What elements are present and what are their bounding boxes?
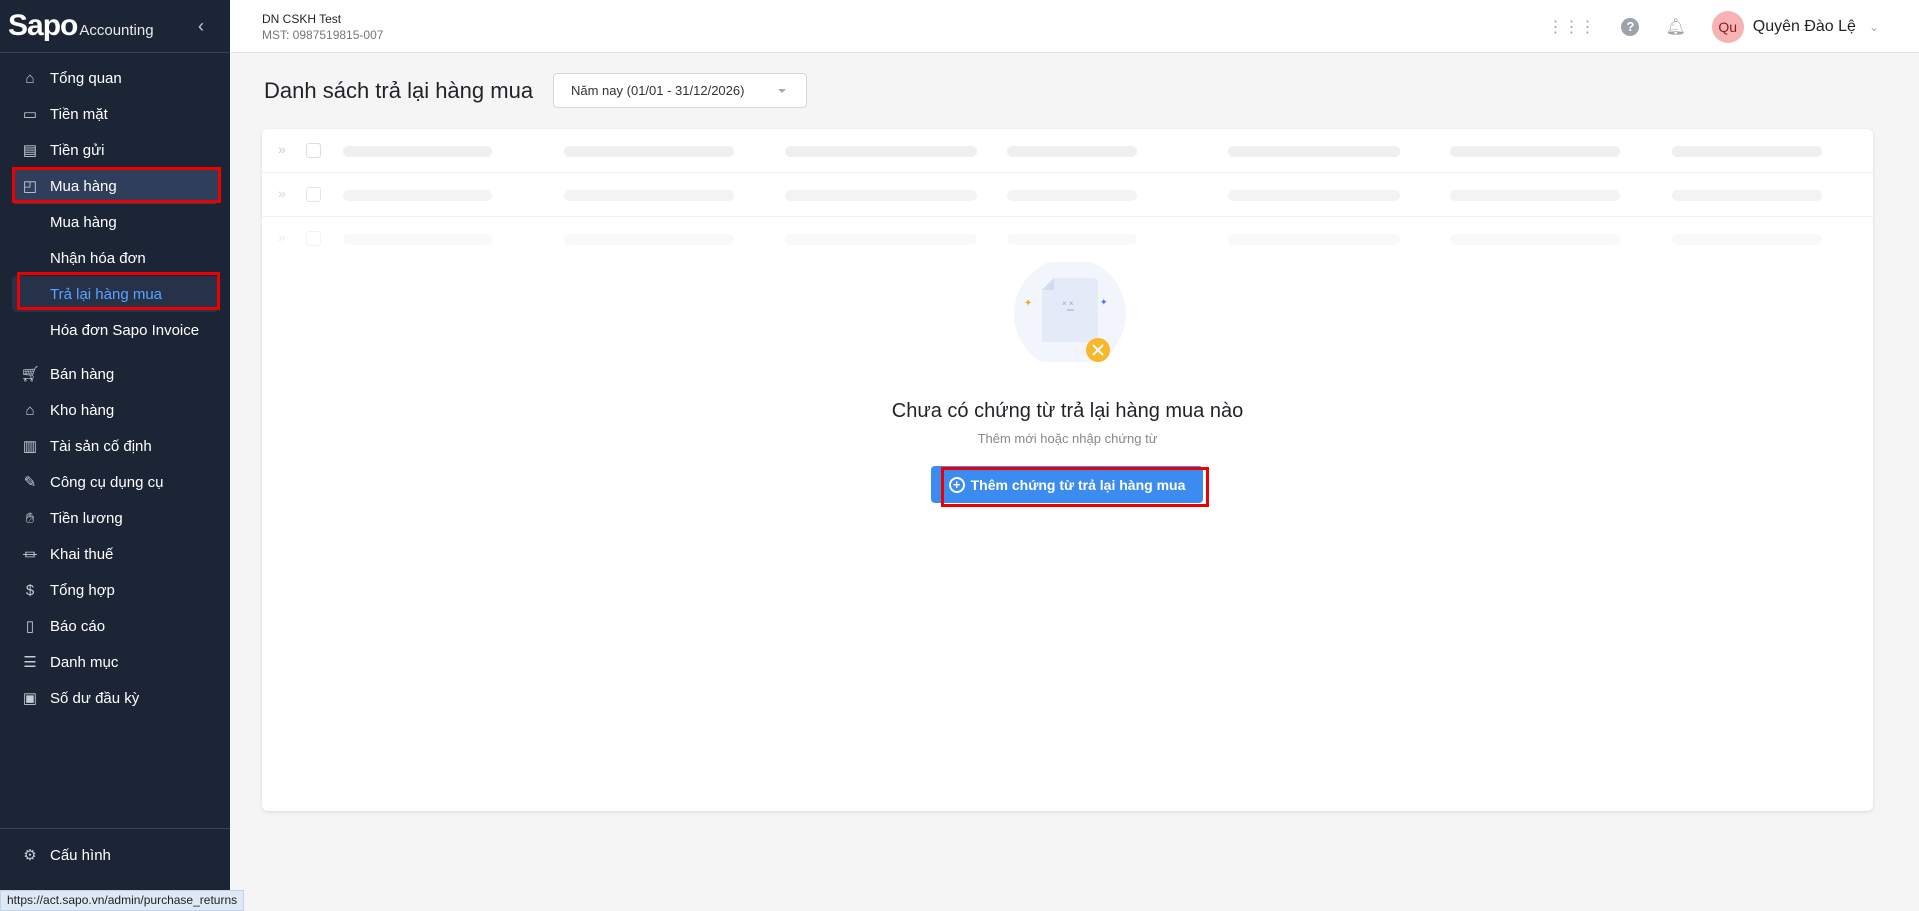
label: Tiền mặt: [50, 105, 108, 123]
warehouse-icon: ⌂: [25, 401, 35, 419]
list-icon: ☰: [23, 654, 37, 671]
help-icon[interactable]: ?: [1621, 17, 1640, 36]
label: Mua hàng: [50, 177, 117, 195]
tool-icon: ✎: [23, 474, 37, 491]
org-tax-code: MST: 0987519815-007: [262, 28, 384, 42]
sidebar-item-fixed-assets[interactable]: ▥ Tài sản cố định: [0, 428, 230, 464]
label: Nhận hóa đơn: [50, 249, 146, 267]
sidebar-subitem-purchase-returns[interactable]: Trả lại hàng mua: [12, 276, 218, 312]
apps-grid-icon[interactable]: ⋮⋮⋮: [1547, 17, 1595, 37]
label: Cấu hình: [50, 846, 111, 864]
card-icon: ▤: [22, 142, 38, 159]
skeleton-row: »: [262, 173, 1873, 217]
sidebar-nav: ⌂ Tổng quan ▭ Tiền mặt ▤ Tiền gửi ◰ Mua hàng…: [0, 60, 230, 716]
building-icon: ▥: [22, 438, 38, 455]
period-select[interactable]: Năm nay (01/01 - 31/12/2026): [553, 73, 807, 108]
label: Tổng hợp: [50, 581, 115, 599]
checkbox[interactable]: [306, 231, 321, 246]
sidebar-subitem-purchase[interactable]: Mua hàng: [0, 204, 230, 240]
add-purchase-return-button[interactable]: + Thêm chứng từ trả lại hàng mua: [931, 466, 1203, 503]
salary-icon: ✋︎: [25, 509, 35, 527]
page-title: Danh sách trả lại hàng mua: [264, 78, 534, 103]
label: Khai thuế: [50, 545, 114, 563]
empty-state-subtitle: Thêm mới hoặc nhập chứng từ: [977, 431, 1158, 446]
checkbox[interactable]: [306, 187, 321, 202]
add-button-label: Thêm chứng từ trả lại hàng mua: [970, 476, 1186, 493]
bag-icon: ◰: [22, 178, 38, 195]
sidebar-item-reports[interactable]: ▯ Báo cáo: [0, 608, 230, 644]
bank-icon: ⏛: [22, 546, 38, 564]
bell-icon[interactable]: 🔔︎: [1665, 17, 1685, 37]
label: Tiền gửi: [50, 141, 105, 159]
caret-down-icon: [778, 89, 786, 97]
sidebar-item-sales[interactable]: 🛒︎ Bán hàng: [0, 356, 230, 392]
svg-text:✦: ✦: [1100, 297, 1108, 307]
label: Tổng quan: [50, 69, 122, 87]
empty-state-title: Chưa có chứng từ trả lại hàng mua nào: [891, 400, 1244, 422]
wallet-icon: ▣: [22, 690, 38, 707]
organization-info[interactable]: DN CSKH Test MST: 0987519815-007: [262, 11, 383, 43]
label: Báo cáo: [50, 617, 106, 635]
report-icon: ▯: [25, 618, 35, 635]
sidebar-item-salary[interactable]: ✋︎ Tiền lương: [0, 500, 230, 536]
expand-icon: »: [278, 185, 286, 201]
sidebar-item-summary[interactable]: $ Tổng hợp: [0, 572, 230, 608]
sidebar-item-cash[interactable]: ▭ Tiền mặt: [0, 96, 230, 132]
label: Danh mục: [50, 653, 119, 671]
sidebar-item-deposit[interactable]: ▤ Tiền gửi: [0, 132, 230, 168]
logo-main: Sapo: [8, 9, 78, 42]
sidebar-item-tools[interactable]: ✎ Công cụ dụng cụ: [0, 464, 230, 500]
org-name: DN CSKH Test: [262, 12, 342, 26]
chevron-down-icon: ⌄: [1868, 19, 1879, 34]
cash-icon: ▭: [22, 106, 38, 123]
logo-sub: Accounting: [79, 21, 154, 39]
label: Bán hàng: [50, 365, 115, 383]
logo[interactable]: Sapo Accounting: [0, 0, 230, 53]
sidebar: Sapo Accounting ‹ ⌂ Tổng quan ▭ Tiền mặt ▤…: [0, 0, 230, 911]
plus-circle-icon: +: [948, 476, 965, 493]
sidebar-item-overview[interactable]: ⌂ Tổng quan: [0, 60, 230, 96]
expand-icon: »: [278, 229, 286, 245]
collapse-sidebar-icon[interactable]: ‹: [198, 16, 204, 37]
label: Kho hàng: [50, 401, 115, 419]
cart-icon: 🛒︎: [20, 366, 40, 383]
sidebar-item-categories[interactable]: ☰ Danh mục: [0, 644, 230, 680]
label: Tài sản cố định: [50, 437, 152, 455]
gear-icon: ⚙: [23, 847, 37, 864]
label: Hóa đơn Sapo Invoice: [50, 321, 200, 339]
sidebar-item-tax[interactable]: ⏛ Khai thuế: [0, 536, 230, 572]
top-header: DN CSKH Test MST: 0987519815-007 ⋮⋮⋮ ? 🔔…: [230, 0, 1919, 53]
status-bar-url: https://act.sapo.vn/admin/purchase_retur…: [0, 890, 245, 911]
label: Tiền lương: [50, 509, 123, 527]
sidebar-subitem-sapo-invoice[interactable]: Hóa đơn Sapo Invoice: [0, 312, 230, 348]
label: Số dư đầu kỳ: [50, 689, 140, 707]
avatar: Qu: [1711, 10, 1744, 43]
empty-document-illustration: × × ✦ ✦: [1014, 262, 1126, 362]
home-icon: ⌂: [25, 69, 35, 87]
checkbox[interactable]: [306, 143, 321, 158]
sidebar-item-opening-balance[interactable]: ▣ Số dư đầu kỳ: [0, 680, 230, 716]
label: Trả lại hàng mua: [50, 285, 163, 303]
svg-text:× ×: × ×: [1062, 299, 1074, 308]
sidebar-item-settings[interactable]: ⚙ Cấu hình: [0, 837, 230, 873]
period-value: Năm nay (01/01 - 31/12/2026): [571, 83, 745, 98]
sidebar-subitem-receive-invoice[interactable]: Nhận hóa đơn: [0, 240, 230, 276]
skeleton-row: »: [262, 217, 1873, 261]
expand-icon: »: [278, 141, 286, 157]
svg-text:✦: ✦: [1024, 298, 1032, 309]
sidebar-item-purchase[interactable]: ◰ Mua hàng: [12, 168, 218, 204]
skeleton-row: »: [262, 129, 1873, 173]
user-menu[interactable]: Qu Quyên Đào Lệ ⌄: [1711, 10, 1879, 43]
label: Mua hàng: [50, 213, 117, 231]
ledger-icon: $: [25, 581, 35, 599]
user-name: Quyên Đào Lệ: [1752, 17, 1856, 35]
sidebar-item-warehouse[interactable]: ⌂ Kho hàng: [0, 392, 230, 428]
label: Công cụ dụng cụ: [50, 473, 164, 491]
